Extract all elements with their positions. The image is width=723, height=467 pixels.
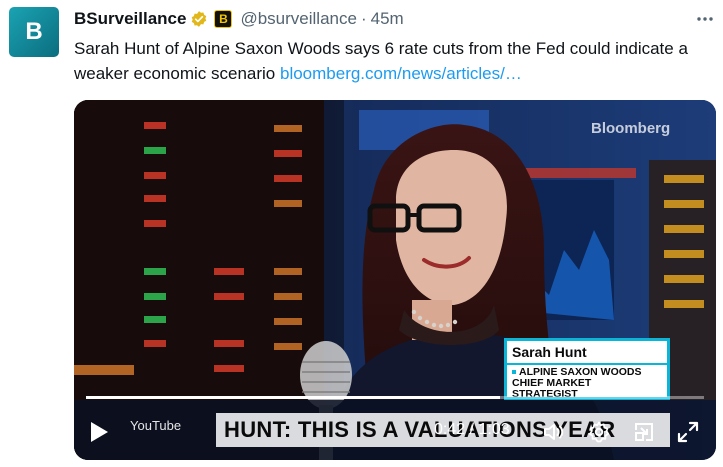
tweet-header: BSurveillance B @bsurveillance · 45m: [74, 8, 404, 30]
video-frame: [74, 100, 716, 460]
picture-in-picture-icon[interactable]: [632, 420, 656, 444]
verified-badge-icon[interactable]: [190, 10, 208, 28]
bloomberg-watermark: Bloomberg: [591, 120, 671, 137]
youtube-label[interactable]: YouTube: [130, 418, 181, 433]
affiliate-badge-icon[interactable]: B: [214, 10, 233, 28]
lower-third-divider: [507, 363, 667, 365]
gear-icon[interactable]: [587, 420, 611, 444]
fullscreen-icon[interactable]: [676, 420, 700, 444]
volume-icon[interactable]: [542, 420, 566, 444]
author-display-name[interactable]: BSurveillance: [74, 9, 186, 29]
tweet-text: Sarah Hunt of Alpine Saxon Woods says 6 …: [74, 36, 704, 86]
author-avatar[interactable]: B: [9, 7, 59, 57]
play-icon[interactable]: [88, 420, 110, 444]
video-timecode: 0:42 / 1:03: [434, 421, 510, 438]
video-player[interactable]: Bloomberg Sarah Hunt ALPINE SAXON WOODS …: [74, 100, 716, 460]
video-progress-bar[interactable]: [86, 396, 704, 399]
tweet-timestamp[interactable]: 45m: [371, 9, 404, 29]
tweet-card[interactable]: B BSurveillance B @bsurveillance · 45m S…: [0, 0, 723, 467]
lower-third-graphic: Sarah Hunt ALPINE SAXON WOODS CHIEF MARK…: [504, 338, 670, 400]
separator-dot: ·: [360, 9, 367, 28]
video-progress-fill: [86, 396, 501, 399]
author-handle[interactable]: @bsurveillance: [240, 9, 356, 29]
article-link[interactable]: bloomberg.com/news/articles/…: [280, 64, 522, 83]
lower-third-name: Sarah Hunt: [512, 344, 587, 360]
more-horizontal-icon[interactable]: [694, 8, 716, 30]
avatar-letter: B: [25, 18, 43, 45]
